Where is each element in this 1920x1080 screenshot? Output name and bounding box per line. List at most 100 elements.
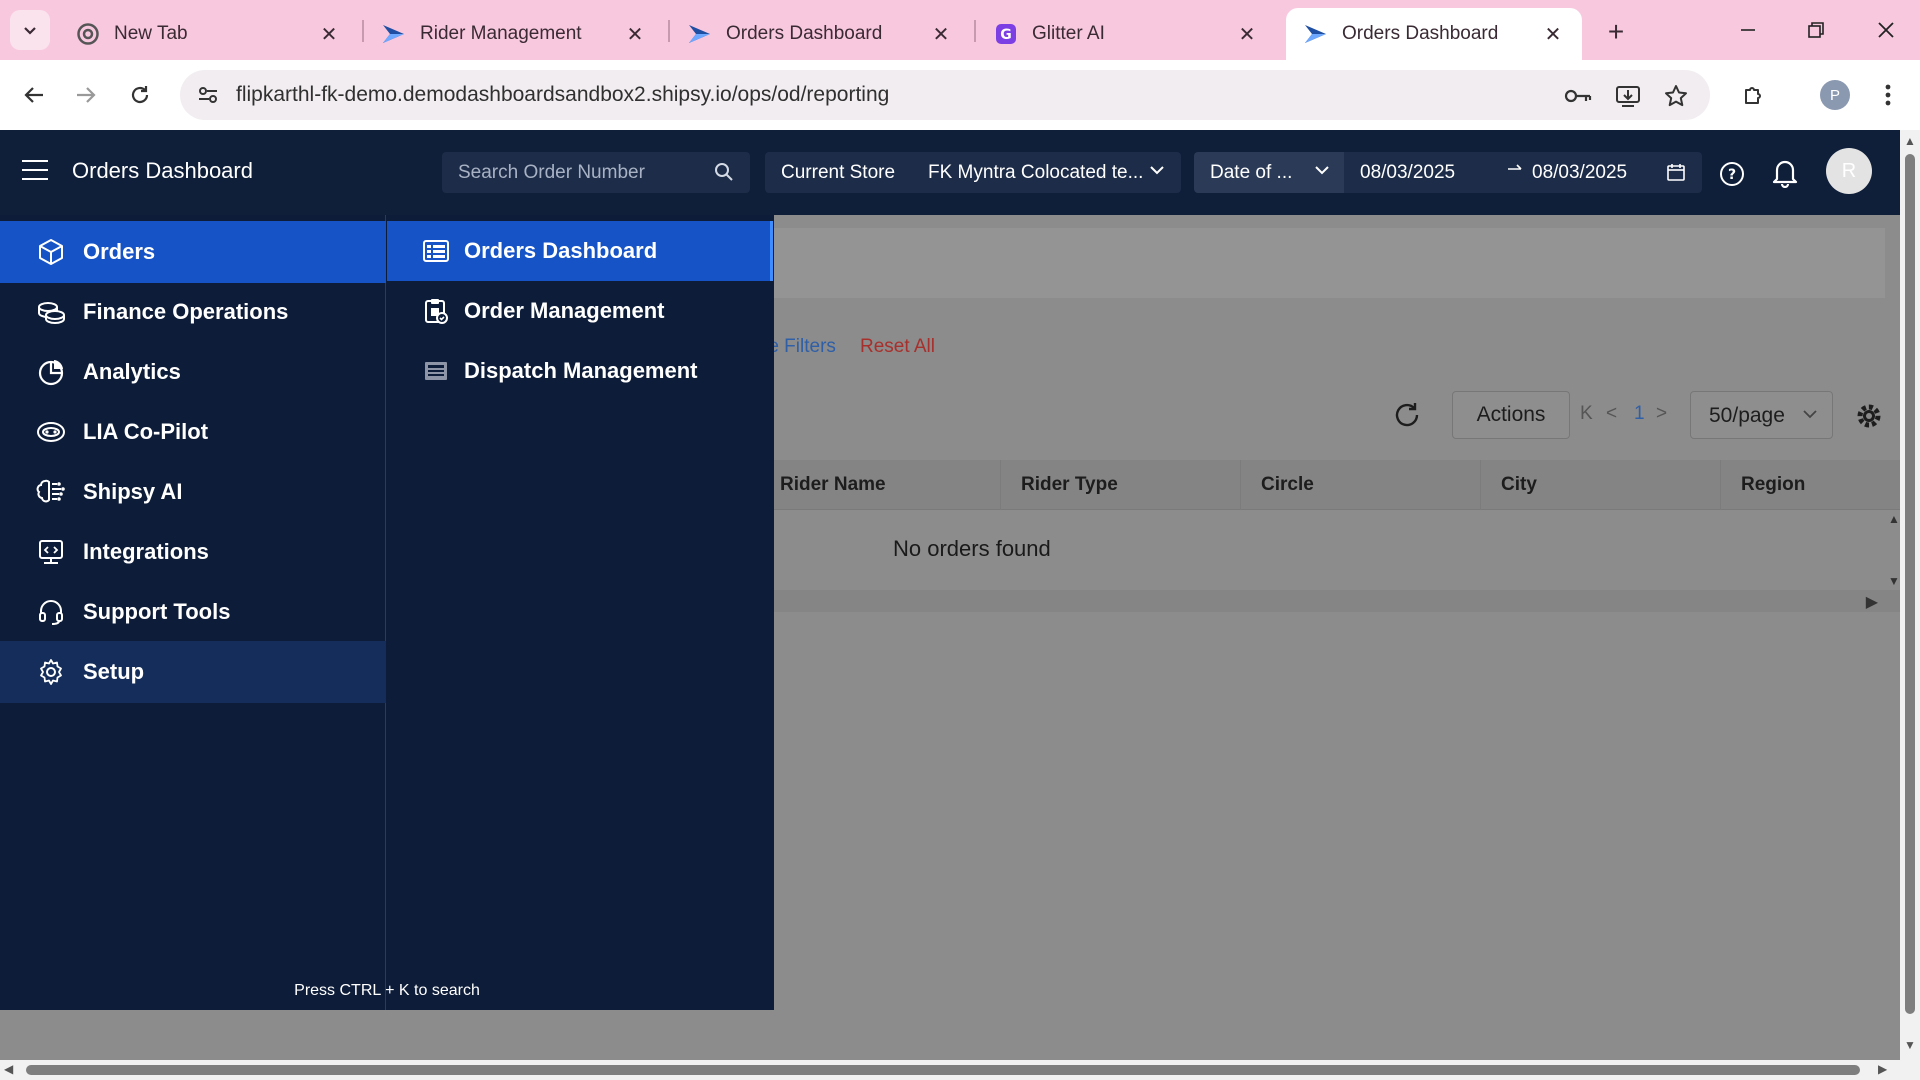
dashboard-list-icon: [422, 237, 450, 265]
column-header-rider-type[interactable]: Rider Type: [1000, 460, 1240, 510]
horizontal-scrollbar[interactable]: ◀ ▶: [0, 1060, 1920, 1080]
orders-box-icon: [35, 236, 67, 268]
tab-rider-management[interactable]: Rider Management ✕: [364, 8, 664, 60]
extensions-button[interactable]: [1734, 75, 1774, 115]
new-tab-button[interactable]: +: [1598, 14, 1634, 50]
reload-button[interactable]: [120, 75, 160, 115]
search-input[interactable]: [458, 152, 698, 193]
avatar[interactable]: R: [1826, 148, 1872, 194]
address-bar[interactable]: flipkarthl-fk-demo.demodashboardsandbox2…: [180, 70, 1710, 120]
tab-glitter-ai[interactable]: G Glitter AI ✕: [976, 8, 1276, 60]
column-header-circle[interactable]: Circle: [1240, 460, 1480, 510]
restore-button[interactable]: [1792, 10, 1840, 50]
close-icon[interactable]: ✕: [624, 23, 646, 46]
date-range-picker[interactable]: 08/03/2025 08/03/2025: [1344, 152, 1702, 193]
submenu-item-orders-dashboard[interactable]: Orders Dashboard: [387, 221, 773, 281]
forward-button[interactable]: [66, 75, 106, 115]
tab-title: Orders Dashboard: [1342, 23, 1499, 44]
puzzle-icon: [1745, 87, 1761, 104]
tab-title: Orders Dashboard: [726, 23, 883, 44]
date-from[interactable]: 08/03/2025: [1360, 162, 1455, 184]
date-type-select[interactable]: Date of ...: [1194, 152, 1344, 193]
date-to[interactable]: 08/03/2025: [1532, 162, 1627, 184]
refresh-icon[interactable]: [1392, 400, 1422, 430]
back-button[interactable]: [14, 75, 54, 115]
menu-item-integrations[interactable]: Integrations: [0, 521, 386, 583]
table-scroll-down-icon[interactable]: ▼: [1888, 574, 1900, 588]
search-icon[interactable]: [714, 162, 736, 184]
menu-item-support-tools[interactable]: Support Tools: [0, 581, 386, 643]
scroll-right-icon[interactable]: ▶: [1878, 1062, 1887, 1076]
page-number[interactable]: 1: [1634, 403, 1645, 425]
vertical-scroll-thumb[interactable]: [1905, 154, 1915, 1014]
shipsy-logo-icon: [1304, 22, 1328, 46]
column-header-rider-name[interactable]: Rider Name: [760, 460, 1000, 510]
horizontal-scroll-thumb[interactable]: [26, 1065, 1860, 1075]
column-header-region[interactable]: Region: [1720, 460, 1900, 510]
bookmark-star-icon[interactable]: [1662, 82, 1690, 110]
chrome-icon: [76, 22, 100, 46]
scroll-left-icon[interactable]: ◀: [4, 1062, 13, 1076]
browser-menu-button[interactable]: [1868, 75, 1908, 115]
scroll-down-icon[interactable]: ▼: [1904, 1038, 1916, 1052]
menu-item-label: Analytics: [83, 359, 181, 384]
submenu-item-dispatch-management[interactable]: Dispatch Management: [387, 341, 773, 401]
submenu-item-label: Orders Dashboard: [464, 238, 658, 263]
chevron-left-icon[interactable]: <: [1606, 403, 1617, 425]
vertical-scrollbar[interactable]: ▲ ▼: [1900, 130, 1920, 1060]
store-value: FK Myntra Colocated te...: [928, 162, 1144, 183]
close-icon[interactable]: ✕: [1236, 23, 1258, 46]
tab-new-tab[interactable]: New Tab ✕: [58, 8, 358, 60]
svg-text:?: ?: [1728, 167, 1736, 183]
menu-primary-column: Orders Finance Operations Analytics LIA …: [0, 215, 386, 1010]
tab-orders-dashboard[interactable]: Orders Dashboard ✕: [670, 8, 970, 60]
table-horizontal-scrollbar[interactable]: ▶: [760, 590, 1900, 612]
first-page-icon[interactable]: K: [1580, 403, 1593, 425]
menu-item-setup[interactable]: Setup: [0, 641, 386, 703]
menu-item-shipsy-ai[interactable]: Shipsy AI: [0, 461, 386, 523]
close-icon[interactable]: ✕: [930, 23, 952, 46]
shipsy-logo-icon: [382, 22, 406, 46]
menu-item-orders[interactable]: Orders: [0, 221, 386, 283]
tab-title: Rider Management: [420, 23, 582, 44]
password-key-icon[interactable]: [1564, 82, 1592, 110]
close-icon[interactable]: ✕: [1542, 23, 1564, 46]
store-selector[interactable]: Current Store FK Myntra Colocated te...: [765, 152, 1181, 193]
browser-toolbar: flipkarthl-fk-demo.demodashboardsandbox2…: [0, 60, 1920, 130]
menu-item-analytics[interactable]: Analytics: [0, 341, 386, 403]
menu-item-lia-co-pilot[interactable]: LIA Co-Pilot: [0, 401, 386, 463]
help-icon[interactable]: ?: [1718, 160, 1746, 188]
column-header-city[interactable]: City: [1480, 460, 1720, 510]
site-info-icon[interactable]: [194, 81, 222, 109]
submenu-item-label: Order Management: [464, 298, 665, 323]
table-settings-gear-icon[interactable]: [1854, 401, 1884, 431]
profile-avatar[interactable]: P: [1820, 80, 1850, 110]
submenu-item-order-management[interactable]: Order Management: [387, 281, 773, 341]
navigation-menu: Orders Finance Operations Analytics LIA …: [0, 215, 774, 1010]
chevron-right-icon[interactable]: >: [1656, 403, 1667, 425]
menu-item-finance-operations[interactable]: Finance Operations: [0, 281, 386, 343]
close-window-button[interactable]: [1862, 10, 1910, 50]
tab-orders-dashboard-active[interactable]: Orders Dashboard ✕: [1286, 8, 1582, 60]
scroll-up-icon[interactable]: ▲: [1904, 134, 1916, 148]
menu-item-label: Shipsy AI: [83, 479, 183, 504]
install-app-icon[interactable]: [1614, 82, 1642, 110]
close-icon[interactable]: ✕: [318, 23, 340, 46]
tab-search-button[interactable]: [10, 10, 50, 50]
notification-bell-icon[interactable]: [1770, 156, 1800, 189]
analytics-pie-icon: [35, 356, 67, 388]
reset-all-link[interactable]: Reset All: [860, 336, 935, 358]
per-page-select[interactable]: 50/page: [1690, 391, 1833, 439]
scroll-right-icon[interactable]: ▶: [1866, 592, 1878, 612]
table-scroll-up-icon[interactable]: ▲: [1888, 512, 1900, 526]
glitter-logo-icon: G: [994, 22, 1018, 46]
tab-title: New Tab: [114, 23, 188, 44]
hamburger-menu-icon[interactable]: [22, 160, 48, 182]
per-page-value: 50/page: [1709, 404, 1785, 427]
restore-icon: [1808, 22, 1824, 38]
minimize-icon: [1741, 29, 1755, 31]
arrow-right-icon: [77, 87, 96, 103]
actions-button[interactable]: Actions: [1452, 391, 1570, 439]
calendar-icon[interactable]: [1666, 162, 1688, 184]
minimize-button[interactable]: [1724, 10, 1772, 50]
